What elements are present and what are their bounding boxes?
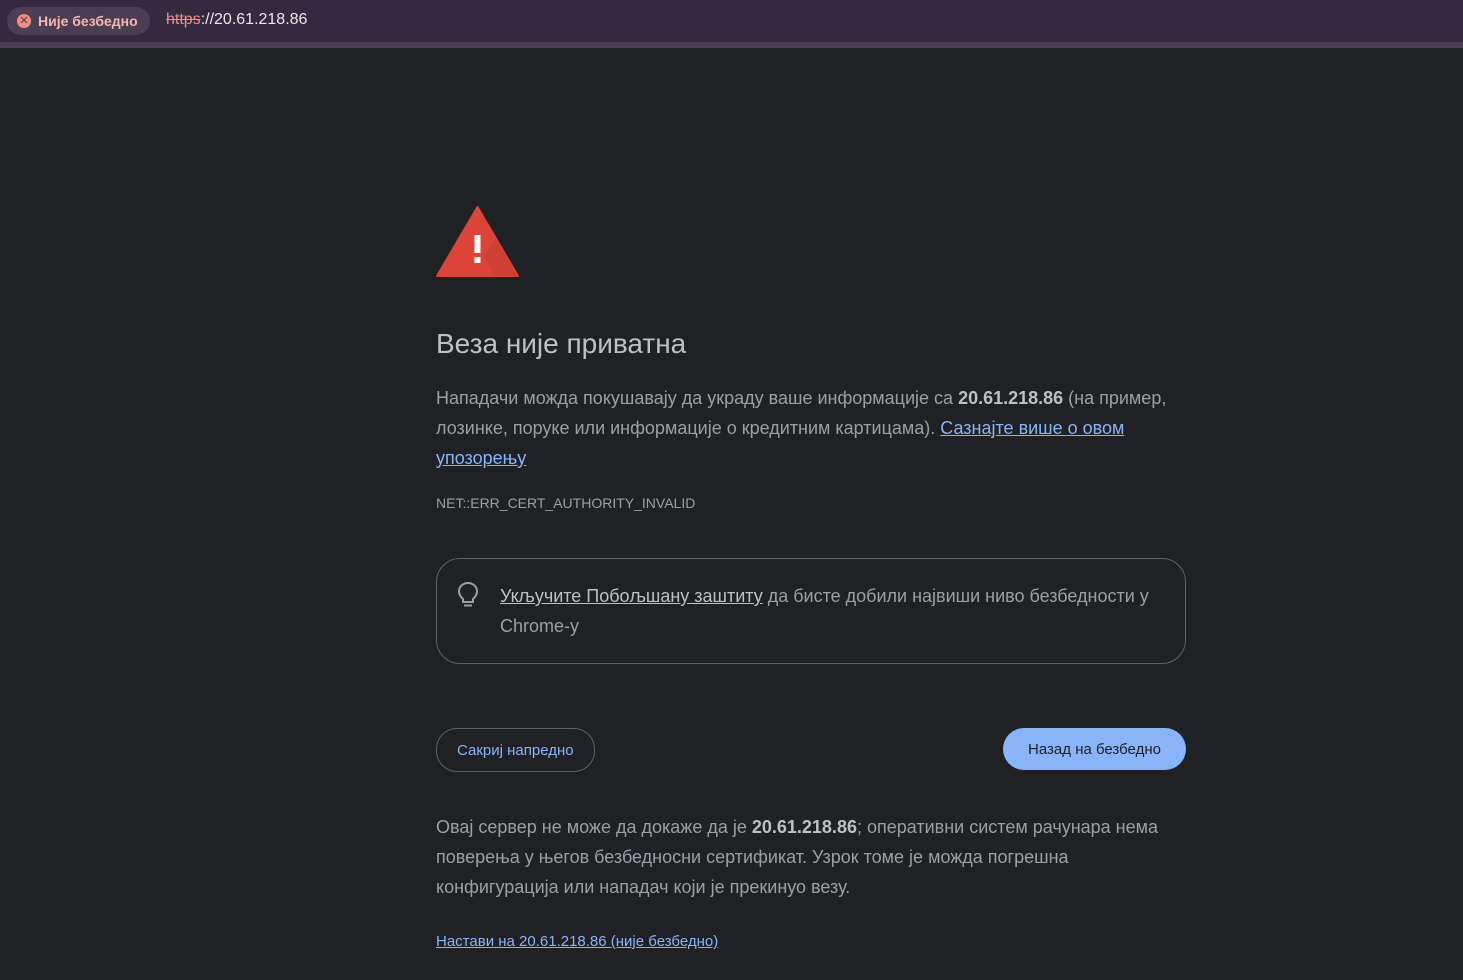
security-label: Није безбедно <box>38 13 138 29</box>
proceed-unsafe-link[interactable]: Настави на 20.61.218.86 (није безбедно) <box>436 933 718 950</box>
error-code: NET::ERR_CERT_AUTHORITY_INVALID <box>436 495 696 511</box>
security-chip[interactable]: ✕ Није безбедно <box>7 7 150 35</box>
enhanced-protection-link[interactable]: Укључите Побољшану заштиту <box>500 586 763 606</box>
details-host-name: 20.61.218.86 <box>751 817 857 837</box>
hide-advanced-button[interactable]: Сакриј напредно <box>436 728 595 772</box>
enhanced-protection-box: Укључите Побољшану заштиту да бисте доби… <box>436 558 1186 664</box>
page-title: Веза није приватна <box>436 328 687 359</box>
url-field[interactable]: https://20.61.218.86 <box>166 11 307 29</box>
details-text-before: Овај сервер не може да докаже да је <box>436 817 752 837</box>
host-name: 20.61.218.86 <box>958 388 1064 408</box>
address-bar: ✕ Није безбедно https://20.61.218.86 <box>0 0 1463 48</box>
main-message: Нападачи можда покушавају да украду ваше… <box>436 383 1186 473</box>
enhanced-protection-text: Укључите Побољшану заштиту да бисте доби… <box>500 581 1175 641</box>
details-message: Овај сервер не може да докаже да је 20.6… <box>436 812 1186 902</box>
url-host: ://20.61.218.86 <box>200 11 308 28</box>
main-text-before: Нападачи можда покушавају да украду ваше… <box>436 388 959 408</box>
warning-triangle-icon <box>436 206 519 277</box>
back-to-safety-button[interactable]: Назад на безбедно <box>1003 728 1186 770</box>
error-circle-icon: ✕ <box>17 14 31 28</box>
url-scheme: https <box>166 11 201 28</box>
lightbulb-icon <box>457 581 479 607</box>
